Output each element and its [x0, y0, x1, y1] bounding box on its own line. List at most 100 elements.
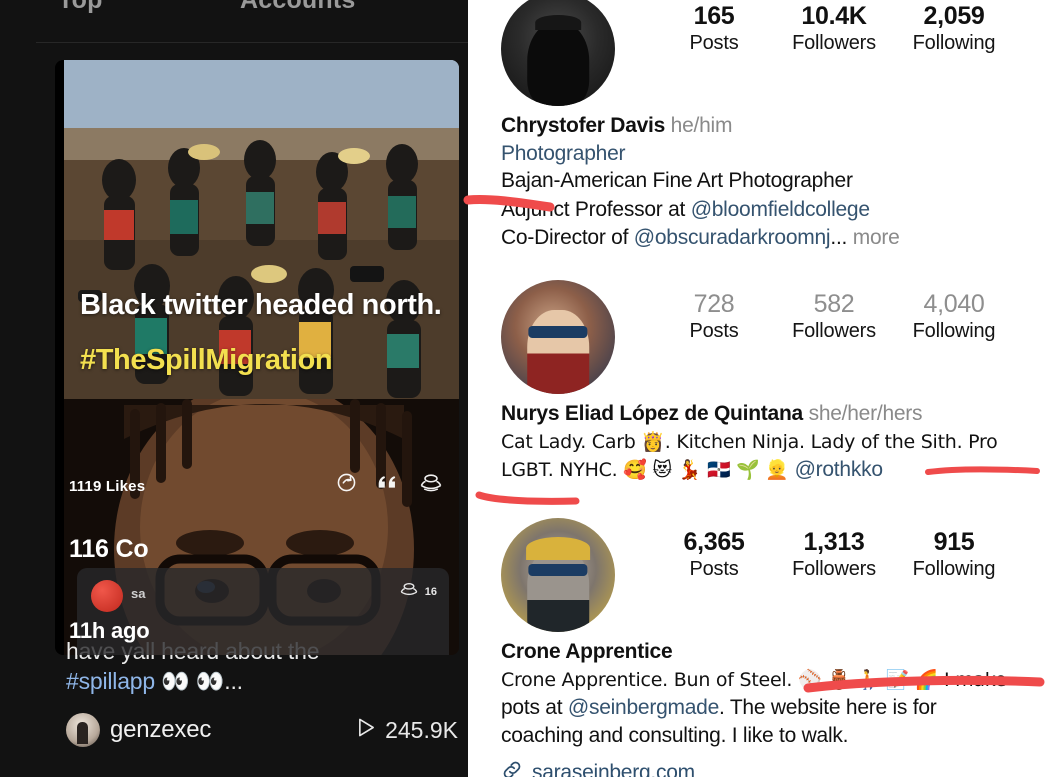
profile-info: Nurys Eliad López de Quintana she/her/he…	[468, 400, 1053, 484]
stat-followers-value: 582	[813, 290, 855, 318]
quote-icon[interactable]	[377, 474, 399, 497]
stat-following[interactable]: 915 Following	[894, 528, 1014, 582]
play-count-value: 245.9K	[385, 716, 458, 743]
stat-followers-label: Followers	[792, 32, 876, 54]
stat-followers[interactable]: 582 Followers	[774, 290, 894, 344]
caption-emoji: 👀 👀	[161, 668, 225, 695]
stat-following-value: 2,059	[923, 2, 985, 30]
caption-ellipsis[interactable]: ...	[224, 668, 243, 694]
website-url[interactable]: saraseinberg.com	[532, 761, 695, 777]
stat-following-label: Following	[912, 32, 996, 54]
embedded-avatar	[91, 580, 123, 612]
stat-followers-label: Followers	[792, 320, 876, 342]
video-overlay-title: Black twitter headed north.	[80, 288, 442, 321]
tab-accounts[interactable]: Accounts	[240, 0, 356, 15]
stat-followers-value: 1,313	[803, 528, 865, 556]
profile-name-line: Nurys Eliad López de Quintana she/her/he…	[501, 400, 1053, 428]
repost-icon[interactable]	[336, 472, 357, 498]
stat-following-label: Following	[912, 558, 996, 580]
bio-mention-bloomfieldcollege[interactable]: @bloomfieldcollege	[691, 198, 870, 221]
play-icon	[357, 717, 376, 744]
embedded-reaction-count: 16	[399, 582, 437, 601]
profile-header: 728 Posts 582 Followers 4,040 Following	[468, 272, 1053, 400]
profile-display-name: Nurys Eliad López de Quintana	[501, 402, 803, 425]
screenshot-root: Top Accounts Black twitter headed north.…	[0, 0, 1053, 777]
tabs-divider	[36, 42, 468, 43]
stat-posts-label: Posts	[689, 558, 739, 580]
bio-more-link[interactable]: more	[847, 226, 900, 249]
profile-name-line: Crone Apprentice	[501, 638, 1053, 666]
profile-info: Crone Apprentice Crone Apprentice. Bun o…	[468, 638, 1053, 777]
bio-line-3: coaching and consulting. I like to walk.	[501, 723, 849, 747]
post-media-mural: Black twitter headed north. #TheSpillMig…	[64, 60, 459, 399]
profile-header: 6,365 Posts 1,313 Followers 915 Followin…	[468, 510, 1053, 638]
profile-name-line: Chrystofer Davis he/him	[501, 112, 1053, 140]
stat-posts[interactable]: 165 Posts	[654, 2, 774, 56]
avatar-chrystofer-davis[interactable]	[501, 0, 615, 106]
profile-category: Photographer	[501, 141, 626, 165]
spill-stack-icon-small	[399, 582, 419, 601]
video-overlay-hashtag: #TheSpillMigration	[80, 344, 333, 376]
post-footer: genzexec 245.9K	[66, 713, 458, 747]
likes-count: 1119 Likes	[69, 478, 146, 495]
stat-posts-label: Posts	[689, 32, 739, 54]
stat-followers-label: Followers	[792, 558, 876, 580]
profile-stats: 165 Posts 10.4K Followers 2,059 Followin…	[654, 2, 1053, 56]
profile-display-name: Crone Apprentice	[501, 640, 673, 663]
stat-posts-label: Posts	[689, 320, 739, 342]
stat-followers[interactable]: 10.4K Followers	[774, 2, 894, 56]
profile-card: 6,365 Posts 1,313 Followers 915 Followin…	[468, 510, 1053, 777]
play-count: 245.9K	[357, 717, 458, 744]
profile-pronouns: she/her/hers	[808, 402, 923, 425]
embedded-handle: sa	[131, 586, 146, 601]
embedded-count-value: 16	[424, 585, 437, 598]
profile-bio: Cat Lady. Carb 👸. Kitchen Ninja. Lady of…	[501, 428, 1049, 484]
post-author[interactable]: genzexec	[66, 713, 211, 747]
stat-following[interactable]: 4,040 Following	[894, 290, 1014, 344]
avatar-crone-apprentice[interactable]	[501, 518, 615, 632]
bio-line-2: pots at	[501, 695, 568, 719]
comments-count: 116 Co	[69, 535, 149, 563]
bio-line-2: LGBT. NYHC. 🥰 😻 💃 🇩🇴 🌱 👱	[501, 458, 795, 481]
profile-bio: Crone Apprentice. Bun of Steel. ⚾ 🏺 🚶 📝 …	[501, 666, 1049, 750]
profile-bio: Bajan-American Fine Art Photographer Adj…	[501, 167, 1049, 251]
link-icon	[501, 759, 523, 777]
caption-hashtag[interactable]: #spillapp	[66, 668, 155, 694]
stat-following-label: Following	[912, 320, 996, 342]
bio-mention-rothkko[interactable]: @rothkko	[795, 458, 883, 481]
profile-card: 165 Posts 10.4K Followers 2,059 Followin…	[468, 0, 1053, 252]
bio-line-3: Co-Director of	[501, 225, 634, 249]
tab-top[interactable]: Top	[58, 0, 103, 15]
bio-line-1: Cat Lady. Carb 👸. Kitchen Ninja. Lady of…	[501, 430, 998, 453]
profile-display-name: Chrystofer Davis	[501, 114, 666, 137]
profile-stats: 6,365 Posts 1,313 Followers 915 Followin…	[654, 528, 1053, 582]
profile-website[interactable]: saraseinberg.com	[501, 759, 1053, 777]
instagram-profiles-panel: 165 Posts 10.4K Followers 2,059 Followin…	[468, 0, 1053, 777]
author-username[interactable]: genzexec	[110, 716, 211, 744]
feed-tabs: Top Accounts	[0, 0, 468, 20]
post-action-icons	[336, 472, 443, 498]
avatar-nurys-eliad-lopez-de-quintana[interactable]	[501, 280, 615, 394]
stat-posts-value: 165	[693, 2, 735, 30]
stat-following-value: 4,040	[923, 290, 985, 318]
stat-followers-value: 10.4K	[801, 2, 867, 30]
profile-info: Chrystofer Davis he/him Photographer Baj…	[468, 112, 1053, 252]
stat-following-value: 915	[933, 528, 975, 556]
stat-followers[interactable]: 1,313 Followers	[774, 528, 894, 582]
stat-posts[interactable]: 6,365 Posts	[654, 528, 774, 582]
profile-pronouns: he/him	[670, 114, 733, 137]
profile-card: 728 Posts 582 Followers 4,040 Following …	[468, 272, 1053, 484]
spill-feed-panel: Top Accounts Black twitter headed north.…	[0, 0, 468, 777]
bio-mention-seinbergmade[interactable]: @seinbergmade	[568, 696, 719, 719]
post-timestamp: 11h ago	[69, 618, 150, 643]
bio-truncation: ...	[830, 225, 848, 249]
author-avatar	[66, 713, 100, 747]
stat-posts[interactable]: 728 Posts	[654, 290, 774, 344]
spill-stack-icon[interactable]	[419, 473, 443, 498]
bio-mention-obscuradarkroomnj[interactable]: @obscuradarkroomnj	[634, 226, 831, 249]
bio-line-1: Crone Apprentice. Bun of Steel. ⚾ 🏺 🚶 📝 …	[501, 668, 1007, 691]
bio-line-2: Adjunct Professor at	[501, 197, 691, 221]
video-post-card[interactable]: Black twitter headed north. #TheSpillMig…	[55, 60, 459, 655]
profile-stats: 728 Posts 582 Followers 4,040 Following	[654, 290, 1053, 344]
stat-following[interactable]: 2,059 Following	[894, 2, 1014, 56]
